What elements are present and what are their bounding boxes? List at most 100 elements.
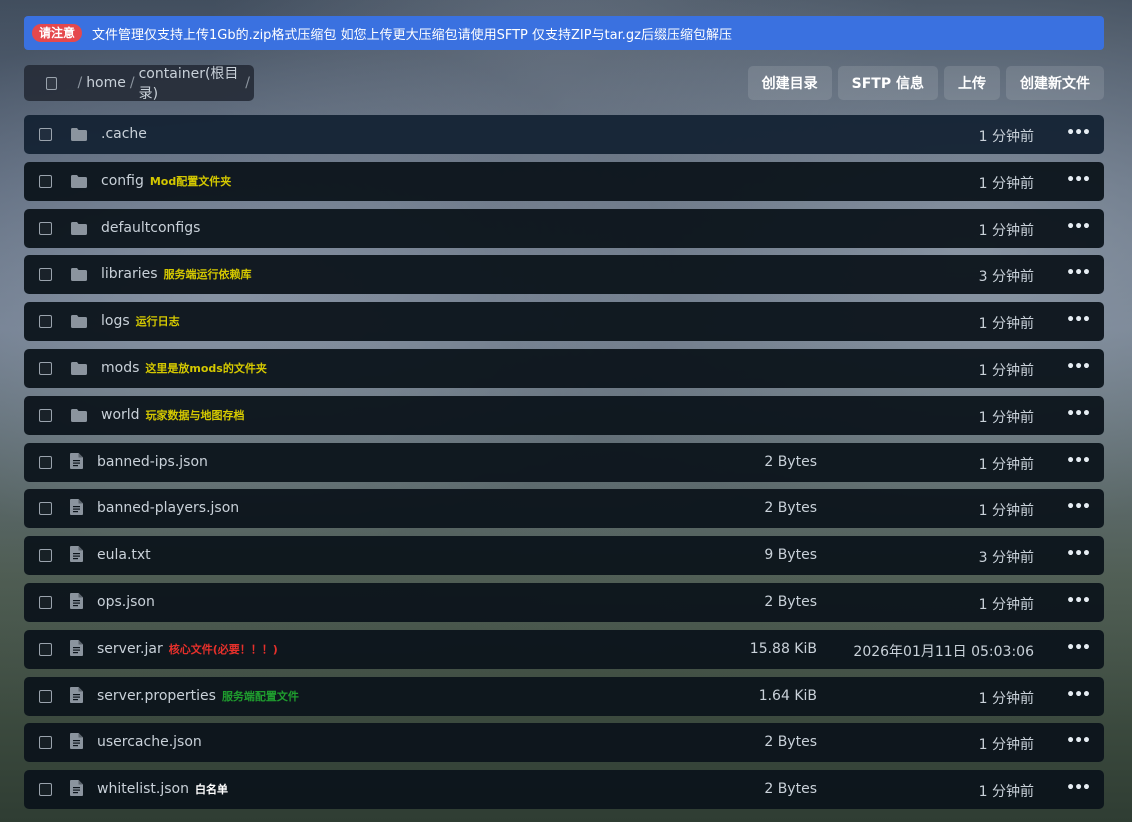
folder-row[interactable]: config Mod配置文件夹 1 分钟前 •••: [24, 162, 1104, 201]
row-checkbox[interactable]: [39, 128, 52, 141]
modified-time: 1 分钟前: [978, 457, 1034, 473]
breadcrumb-home[interactable]: home: [86, 75, 126, 91]
create-file-button[interactable]: 创建新文件: [1006, 66, 1104, 100]
more-options-icon[interactable]: •••: [1066, 546, 1091, 562]
modified-time: 1 分钟前: [978, 784, 1034, 800]
file-row[interactable]: banned-players.json 2 Bytes 1 分钟前 •••: [24, 489, 1104, 528]
file-icon: [70, 733, 83, 749]
file-size: 2 Bytes: [764, 734, 817, 750]
file-row[interactable]: whitelist.json 白名单 2 Bytes 1 分钟前 •••: [24, 770, 1104, 809]
file-name-cell[interactable]: banned-ips.json: [97, 454, 208, 470]
file-name[interactable]: logs: [101, 313, 130, 329]
file-name[interactable]: config: [101, 173, 144, 189]
row-checkbox[interactable]: [39, 222, 52, 235]
breadcrumb-container[interactable]: container(根目录): [139, 63, 242, 103]
more-options-icon[interactable]: •••: [1066, 312, 1091, 328]
row-checkbox[interactable]: [39, 549, 52, 562]
file-name-cell[interactable]: server.jar 核心文件(必要！！！): [97, 641, 278, 657]
modified-time: 1 分钟前: [978, 503, 1034, 519]
modified-time: 1 分钟前: [978, 176, 1034, 192]
file-name-cell[interactable]: .cache: [101, 126, 147, 142]
file-note: 服务端运行依赖库: [163, 268, 252, 281]
file-name[interactable]: libraries: [101, 266, 158, 282]
more-options-icon[interactable]: •••: [1066, 219, 1091, 235]
row-checkbox[interactable]: [39, 596, 52, 609]
file-note: 核心文件(必要！！！): [168, 643, 278, 656]
more-options-icon[interactable]: •••: [1066, 687, 1091, 703]
more-options-icon[interactable]: •••: [1066, 265, 1091, 281]
file-name[interactable]: server.properties: [97, 688, 216, 704]
file-name-cell[interactable]: logs 运行日志: [101, 313, 180, 329]
more-options-icon[interactable]: •••: [1066, 780, 1091, 796]
file-icon: [70, 780, 83, 796]
notice-banner: 请注意 文件管理仅支持上传1Gb的.zip格式压缩包 如您上传更大压缩包请使用S…: [24, 16, 1104, 50]
file-note: Mod配置文件夹: [149, 175, 232, 188]
file-name-cell[interactable]: eula.txt: [97, 547, 151, 563]
file-icon: [70, 499, 83, 515]
breadcrumb-separator: /: [129, 75, 135, 91]
file-name[interactable]: usercache.json: [97, 734, 202, 750]
file-name[interactable]: eula.txt: [97, 547, 151, 563]
more-options-icon[interactable]: •••: [1066, 733, 1091, 749]
file-row[interactable]: banned-ips.json 2 Bytes 1 分钟前 •••: [24, 443, 1104, 482]
file-size: 2 Bytes: [764, 454, 817, 470]
more-options-icon[interactable]: •••: [1066, 640, 1091, 656]
file-name[interactable]: banned-ips.json: [97, 454, 208, 470]
file-row[interactable]: server.jar 核心文件(必要！！！) 15.88 KiB 2026年01月11…: [24, 630, 1104, 669]
file-name[interactable]: server.jar: [97, 641, 163, 657]
row-checkbox[interactable]: [39, 268, 52, 281]
more-options-icon[interactable]: •••: [1066, 172, 1091, 188]
row-checkbox[interactable]: [39, 690, 52, 703]
more-options-icon[interactable]: •••: [1066, 453, 1091, 469]
row-checkbox[interactable]: [39, 783, 52, 796]
file-name-cell[interactable]: usercache.json: [97, 734, 202, 750]
file-row[interactable]: server.properties 服务端配置文件 1.64 KiB 1 分钟前 •••: [24, 677, 1104, 716]
file-name-cell[interactable]: mods 这里是放mods的文件夹: [101, 360, 267, 376]
row-checkbox[interactable]: [39, 315, 52, 328]
folder-icon: [71, 407, 87, 422]
file-name[interactable]: .cache: [101, 126, 147, 142]
more-options-icon[interactable]: •••: [1066, 406, 1091, 422]
file-name-cell[interactable]: config Mod配置文件夹: [101, 173, 231, 189]
sftp-info-button[interactable]: SFTP 信息: [837, 66, 938, 100]
row-checkbox[interactable]: [39, 456, 52, 469]
file-name[interactable]: defaultconfigs: [101, 220, 200, 236]
file-name-cell[interactable]: server.properties 服务端配置文件: [97, 688, 299, 704]
more-options-icon[interactable]: •••: [1066, 499, 1091, 515]
row-checkbox[interactable]: [39, 362, 52, 375]
row-checkbox[interactable]: [39, 502, 52, 515]
file-name[interactable]: mods: [101, 360, 139, 376]
file-size: 2 Bytes: [764, 781, 817, 797]
file-row[interactable]: eula.txt 9 Bytes 3 分钟前 •••: [24, 536, 1104, 575]
folder-row[interactable]: libraries 服务端运行依赖库 3 分钟前 •••: [24, 255, 1104, 294]
more-options-icon[interactable]: •••: [1066, 125, 1091, 141]
file-name-cell[interactable]: banned-players.json: [97, 500, 239, 516]
file-name-cell[interactable]: whitelist.json 白名单: [97, 781, 228, 797]
file-name[interactable]: ops.json: [97, 594, 155, 610]
more-options-icon[interactable]: •••: [1066, 359, 1091, 375]
create-directory-button[interactable]: 创建目录: [747, 66, 832, 100]
file-name[interactable]: whitelist.json: [97, 781, 189, 797]
row-checkbox[interactable]: [39, 736, 52, 749]
file-name[interactable]: world: [101, 407, 140, 423]
file-name-cell[interactable]: defaultconfigs: [101, 220, 200, 236]
folder-row[interactable]: defaultconfigs 1 分钟前 •••: [24, 209, 1104, 248]
row-checkbox[interactable]: [39, 643, 52, 656]
folder-row[interactable]: .cache 1 分钟前 •••: [24, 115, 1104, 154]
select-all-checkbox[interactable]: [46, 76, 58, 90]
file-note: 运行日志: [135, 315, 180, 328]
upload-button[interactable]: 上传: [944, 66, 1000, 100]
more-options-icon[interactable]: •••: [1066, 593, 1091, 609]
file-row[interactable]: ops.json 2 Bytes 1 分钟前 •••: [24, 583, 1104, 622]
file-row[interactable]: usercache.json 2 Bytes 1 分钟前 •••: [24, 723, 1104, 762]
folder-row[interactable]: logs 运行日志 1 分钟前 •••: [24, 302, 1104, 341]
file-name-cell[interactable]: world 玩家数据与地图存档: [101, 407, 245, 423]
folder-row[interactable]: mods 这里是放mods的文件夹 1 分钟前 •••: [24, 349, 1104, 388]
row-checkbox[interactable]: [39, 175, 52, 188]
file-name-cell[interactable]: libraries 服务端运行依赖库: [101, 266, 252, 282]
file-name-cell[interactable]: ops.json: [97, 594, 155, 610]
file-name[interactable]: banned-players.json: [97, 500, 239, 516]
breadcrumb: / home / container(根目录) /: [24, 63, 254, 103]
row-checkbox[interactable]: [39, 409, 52, 422]
folder-row[interactable]: world 玩家数据与地图存档 1 分钟前 •••: [24, 396, 1104, 435]
